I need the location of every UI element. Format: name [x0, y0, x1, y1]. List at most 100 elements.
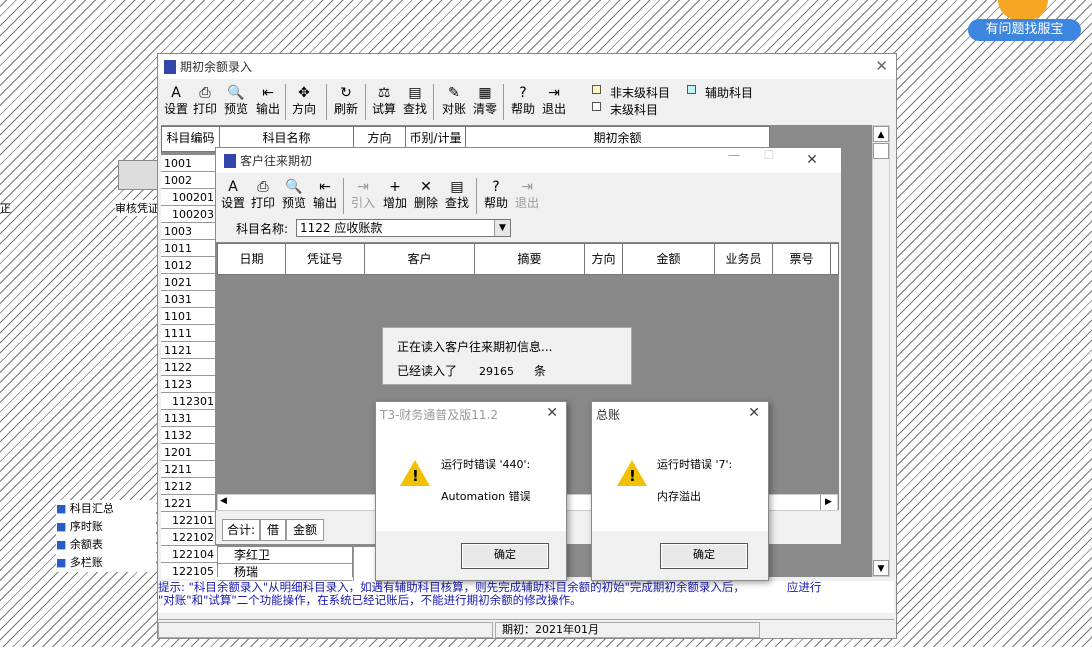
scroll-right-icon[interactable]: ▶ — [820, 495, 836, 510]
account-code-cell[interactable]: 1122 — [161, 359, 217, 376]
account-code-cell[interactable]: 1002 — [161, 172, 217, 189]
settings-icon: A — [228, 179, 238, 195]
main-vscrollbar[interactable]: ▲ ▼ — [872, 125, 890, 577]
toolbar-separator — [343, 178, 344, 214]
maximize-icon[interactable]: ☐ — [752, 148, 786, 162]
help-badge[interactable]: 有问题找服宝 — [968, 19, 1081, 41]
scroll-down-icon[interactable]: ▼ — [873, 560, 889, 576]
toolbar-preview-button[interactable]: 🔍 预览 — [221, 84, 251, 116]
export-icon: ⇤ — [262, 85, 274, 101]
customer-toolbar-help-button[interactable]: ? 帮助 — [481, 178, 511, 210]
account-code-cell[interactable]: 122102 — [161, 529, 217, 546]
progress-line1: 正在读入客户往来期初信息... — [397, 340, 553, 354]
balance-icon: ⚖ — [377, 85, 391, 101]
link-balance[interactable]: ■ 余额表 — [56, 536, 156, 554]
account-code-cell[interactable]: 1121 — [161, 342, 217, 359]
toolbar-printer-button[interactable]: ⎙ 打印 — [190, 84, 220, 116]
col-amount[interactable]: 金额 — [623, 244, 715, 274]
toolbar-balance-button[interactable]: ⚖ 试算 — [369, 84, 399, 116]
link-journal[interactable]: ■ 序时账 — [56, 518, 156, 536]
audit-voucher-label[interactable]: 审核凭证 — [115, 200, 159, 216]
customer-toolbar-add-button[interactable]: + 增加 — [380, 178, 410, 210]
customer-toolbar-delete-button[interactable]: ✕ 删除 — [411, 178, 441, 210]
audit-voucher-icon[interactable] — [118, 160, 158, 190]
toolbar-label: 输出 — [312, 196, 337, 210]
toolbar-export-button[interactable]: ⇤ 输出 — [253, 84, 283, 116]
account-code-cell[interactable]: 1211 — [161, 461, 217, 478]
col-voucher[interactable]: 凭证号 — [286, 244, 365, 274]
customer-toolbar-exit-button[interactable]: ⇥ 退出 — [512, 178, 542, 210]
account-code-cell[interactable]: 1132 — [161, 427, 217, 444]
toolbar-label: 设置 — [220, 196, 245, 210]
dialog1-ok-button[interactable]: 确定 — [461, 543, 549, 569]
toolbar-reconcile-button[interactable]: ✎ 对账 — [439, 84, 469, 116]
col-direction[interactable]: 方向 — [585, 244, 623, 274]
account-code-cell[interactable]: 112301 — [161, 393, 217, 410]
toolbar-settings-button[interactable]: A 设置 — [161, 84, 191, 116]
close-icon[interactable]: ✕ — [875, 57, 888, 75]
link-summary[interactable]: ■ 科目汇总 — [56, 500, 156, 518]
account-code-cell[interactable]: 1111 — [161, 325, 217, 342]
col-summary[interactable]: 摘要 — [475, 244, 585, 274]
account-code-cell[interactable]: 1003 — [161, 223, 217, 240]
customer-toolbar-settings-button[interactable]: A 设置 — [218, 178, 248, 210]
account-code-cell[interactable]: 1021 — [161, 274, 217, 291]
help-icon: ? — [519, 85, 527, 101]
reconcile-icon: ✎ — [448, 85, 460, 101]
toolbar-label: 清零 — [472, 102, 497, 116]
account-code-cell[interactable]: 1221 — [161, 495, 217, 512]
account-code-cell[interactable]: 100201 — [161, 189, 217, 206]
account-code-cell[interactable]: 100203 — [161, 206, 217, 223]
toolbar-label: 查找 — [444, 196, 469, 210]
customer-toolbar-preview-button[interactable]: 🔍 预览 — [279, 178, 309, 210]
minimize-icon[interactable]: — — [717, 148, 751, 162]
dialog2-line1: 运行时错误 '7': — [657, 458, 733, 471]
scroll-up-icon[interactable]: ▲ — [873, 126, 889, 142]
account-code-cell[interactable]: 1001 — [161, 155, 217, 172]
account-code-cell[interactable]: 1101 — [161, 308, 217, 325]
account-select[interactable]: 1122 应收账款 ▼ — [296, 219, 511, 237]
toolbar-find-button[interactable]: ▤ 查找 — [400, 84, 430, 116]
chevron-down-icon[interactable]: ▼ — [494, 220, 510, 236]
close-icon[interactable]: ✕ — [795, 148, 829, 172]
customer-toolbar-import-button[interactable]: ⇥ 引入 — [348, 178, 378, 210]
account-code-cell[interactable]: 1201 — [161, 444, 217, 461]
col-code[interactable]: 科目编码 — [162, 127, 220, 151]
name-cell-122105[interactable]: 杨瑞 — [218, 564, 352, 581]
toolbar-separator — [433, 84, 434, 120]
account-code-cell[interactable]: 1031 — [161, 291, 217, 308]
col-customer[interactable]: 客户 — [365, 244, 475, 274]
toolbar-exit-button[interactable]: ⇥ 退出 — [539, 84, 569, 116]
settings-icon: A — [171, 85, 181, 101]
scroll-left-icon[interactable]: ◀ — [220, 496, 227, 506]
account-code-cell[interactable]: 1131 — [161, 410, 217, 427]
close-icon[interactable]: ✕ — [748, 405, 760, 421]
toolbar-help-button[interactable]: ? 帮助 — [508, 84, 538, 116]
mascot-icon[interactable] — [998, 0, 1048, 20]
col-date[interactable]: 日期 — [218, 244, 286, 274]
customer-toolbar-printer-button[interactable]: ⎙ 打印 — [248, 178, 278, 210]
toolbar-clear-button[interactable]: ▦ 清零 — [470, 84, 500, 116]
scroll-thumb[interactable] — [873, 143, 889, 159]
toolbar-direction-button[interactable]: ✥ 方向 — [289, 84, 319, 116]
customer-toolbar-find-button[interactable]: ▤ 查找 — [442, 178, 472, 210]
close-icon[interactable]: ✕ — [546, 405, 558, 421]
account-code-cell[interactable]: 1212 — [161, 478, 217, 495]
name-cell-122104[interactable]: 李红卫 — [218, 547, 352, 564]
find-icon: ▤ — [450, 179, 464, 195]
dialog2-ok-button[interactable]: 确定 — [660, 543, 748, 569]
customer-toolbar-export-button[interactable]: ⇤ 输出 — [310, 178, 340, 210]
account-code-cell[interactable]: 1011 — [161, 240, 217, 257]
link-multicolumn[interactable]: ■ 多栏账 — [56, 554, 156, 572]
main-titlebar: 期初余额录入 ✕ — [158, 54, 896, 79]
account-code-cell[interactable]: 122105 — [161, 563, 217, 579]
account-code-cell[interactable]: 1012 — [161, 257, 217, 274]
total-direction: 借 — [260, 519, 286, 541]
account-code-cell[interactable]: 122101 — [161, 512, 217, 529]
account-code-cell[interactable]: 1123 — [161, 376, 217, 393]
account-code-cell[interactable]: 122104 — [161, 546, 217, 563]
dialog1-line1: 运行时错误 '440': — [441, 458, 531, 471]
col-salesperson[interactable]: 业务员 — [715, 244, 773, 274]
col-ticket[interactable]: 票号 — [773, 244, 831, 274]
toolbar-refresh-button[interactable]: ↻ 刷新 — [331, 84, 361, 116]
